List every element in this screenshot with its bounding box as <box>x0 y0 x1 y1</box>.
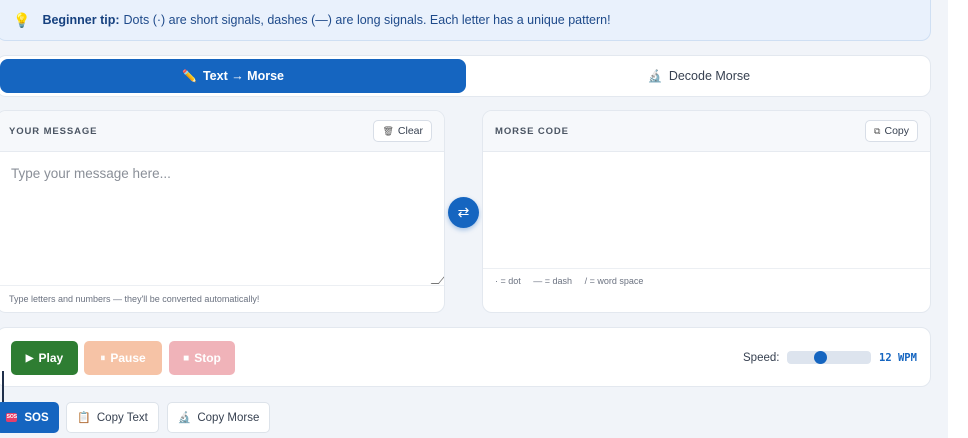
stop-button[interactable]: ■ Stop <box>169 341 235 375</box>
message-panel-header: YOUR MESSAGE 🗑 Clear <box>0 111 444 152</box>
beginner-tip-banner: 💡 Beginner tip: Dots (·) are short signa… <box>0 0 931 41</box>
morse-legend: · = dot — = dash / = word space <box>483 269 930 293</box>
tab-decode-morse[interactable]: 🔬 Decode Morse <box>466 56 932 96</box>
speed-slider[interactable] <box>787 351 871 364</box>
swap-icon: ⇄ <box>457 204 470 220</box>
speed-slider-knob[interactable] <box>814 351 827 364</box>
tip-label: Beginner tip: <box>42 13 120 27</box>
play-button[interactable]: ▶ Play <box>11 341 78 375</box>
playback-controls: ▶ Play ⏸ Pause ■ Stop Speed: 12 WPM <box>0 327 931 387</box>
pause-button[interactable]: ⏸ Pause <box>84 341 162 375</box>
stop-label: Stop <box>194 351 221 365</box>
sos-label: SOS <box>24 411 49 424</box>
tab-text-to-morse[interactable]: ✏️ Text → Morse <box>0 59 466 93</box>
copy-text-button[interactable]: 📋 Copy Text <box>66 402 159 433</box>
sos-icon: SOS <box>6 413 18 422</box>
resize-handle-icon[interactable] <box>430 276 444 284</box>
clear-label: Clear <box>397 125 423 137</box>
page-scrollbar[interactable] <box>948 0 968 438</box>
microscope-icon: 🔬 <box>647 69 663 83</box>
message-input[interactable]: Type your message here... <box>0 152 444 286</box>
message-hint: Type letters and numbers — they'll be co… <box>9 294 260 304</box>
legend-word-space: / = word space <box>584 276 644 286</box>
copy-morse-label: Copy Morse <box>197 411 260 424</box>
tab-label: Text → Morse <box>202 69 284 83</box>
morse-panel-header: MORSE CODE ⧉ Copy <box>483 111 930 152</box>
morse-output <box>483 152 930 269</box>
copy-button[interactable]: ⧉ Copy <box>865 120 918 142</box>
play-label: Play <box>38 351 64 365</box>
pause-label: Pause <box>110 351 146 365</box>
swap-button[interactable]: ⇄ <box>448 197 479 228</box>
message-placeholder: Type your message here... <box>11 166 171 181</box>
tip-text: Dots (·) are short signals, dashes (—) a… <box>123 13 611 27</box>
microscope-icon: 🔬 <box>177 412 192 424</box>
copy-icon: ⧉ <box>874 125 881 136</box>
pencil-icon: ✏️ <box>182 69 197 83</box>
morse-panel-title: MORSE CODE <box>495 125 569 137</box>
legend-dash: — = dash <box>533 276 573 286</box>
clear-button[interactable]: 🗑 Clear <box>373 120 432 142</box>
pause-icon: ⏸ <box>100 352 106 364</box>
copy-text-label: Copy Text <box>96 411 148 424</box>
message-panel-title: YOUR MESSAGE <box>9 125 98 137</box>
mode-tabs: ✏️ Text → Morse 🔬 Decode Morse <box>0 55 931 97</box>
copy-label: Copy <box>884 125 909 137</box>
trash-icon: 🗑 <box>382 125 394 136</box>
clipboard-icon: 📋 <box>77 412 91 424</box>
morse-panel: MORSE CODE ⧉ Copy · = dot — = dash / = w… <box>482 110 931 313</box>
stop-icon: ■ <box>183 352 190 364</box>
tab-label: Decode Morse <box>668 69 751 83</box>
legend-dot: · = dot <box>495 276 521 286</box>
sos-button[interactable]: SOS SOS <box>0 402 59 433</box>
focus-indicator <box>2 371 4 405</box>
play-icon: ▶ <box>25 352 34 364</box>
speed-value: 12 WPM <box>879 352 917 364</box>
speed-label: Speed: <box>743 352 780 364</box>
lightbulb-icon: 💡 <box>13 11 31 28</box>
copy-morse-button[interactable]: 🔬 Copy Morse <box>167 402 270 433</box>
message-panel: YOUR MESSAGE 🗑 Clear Type your message h… <box>0 110 445 313</box>
